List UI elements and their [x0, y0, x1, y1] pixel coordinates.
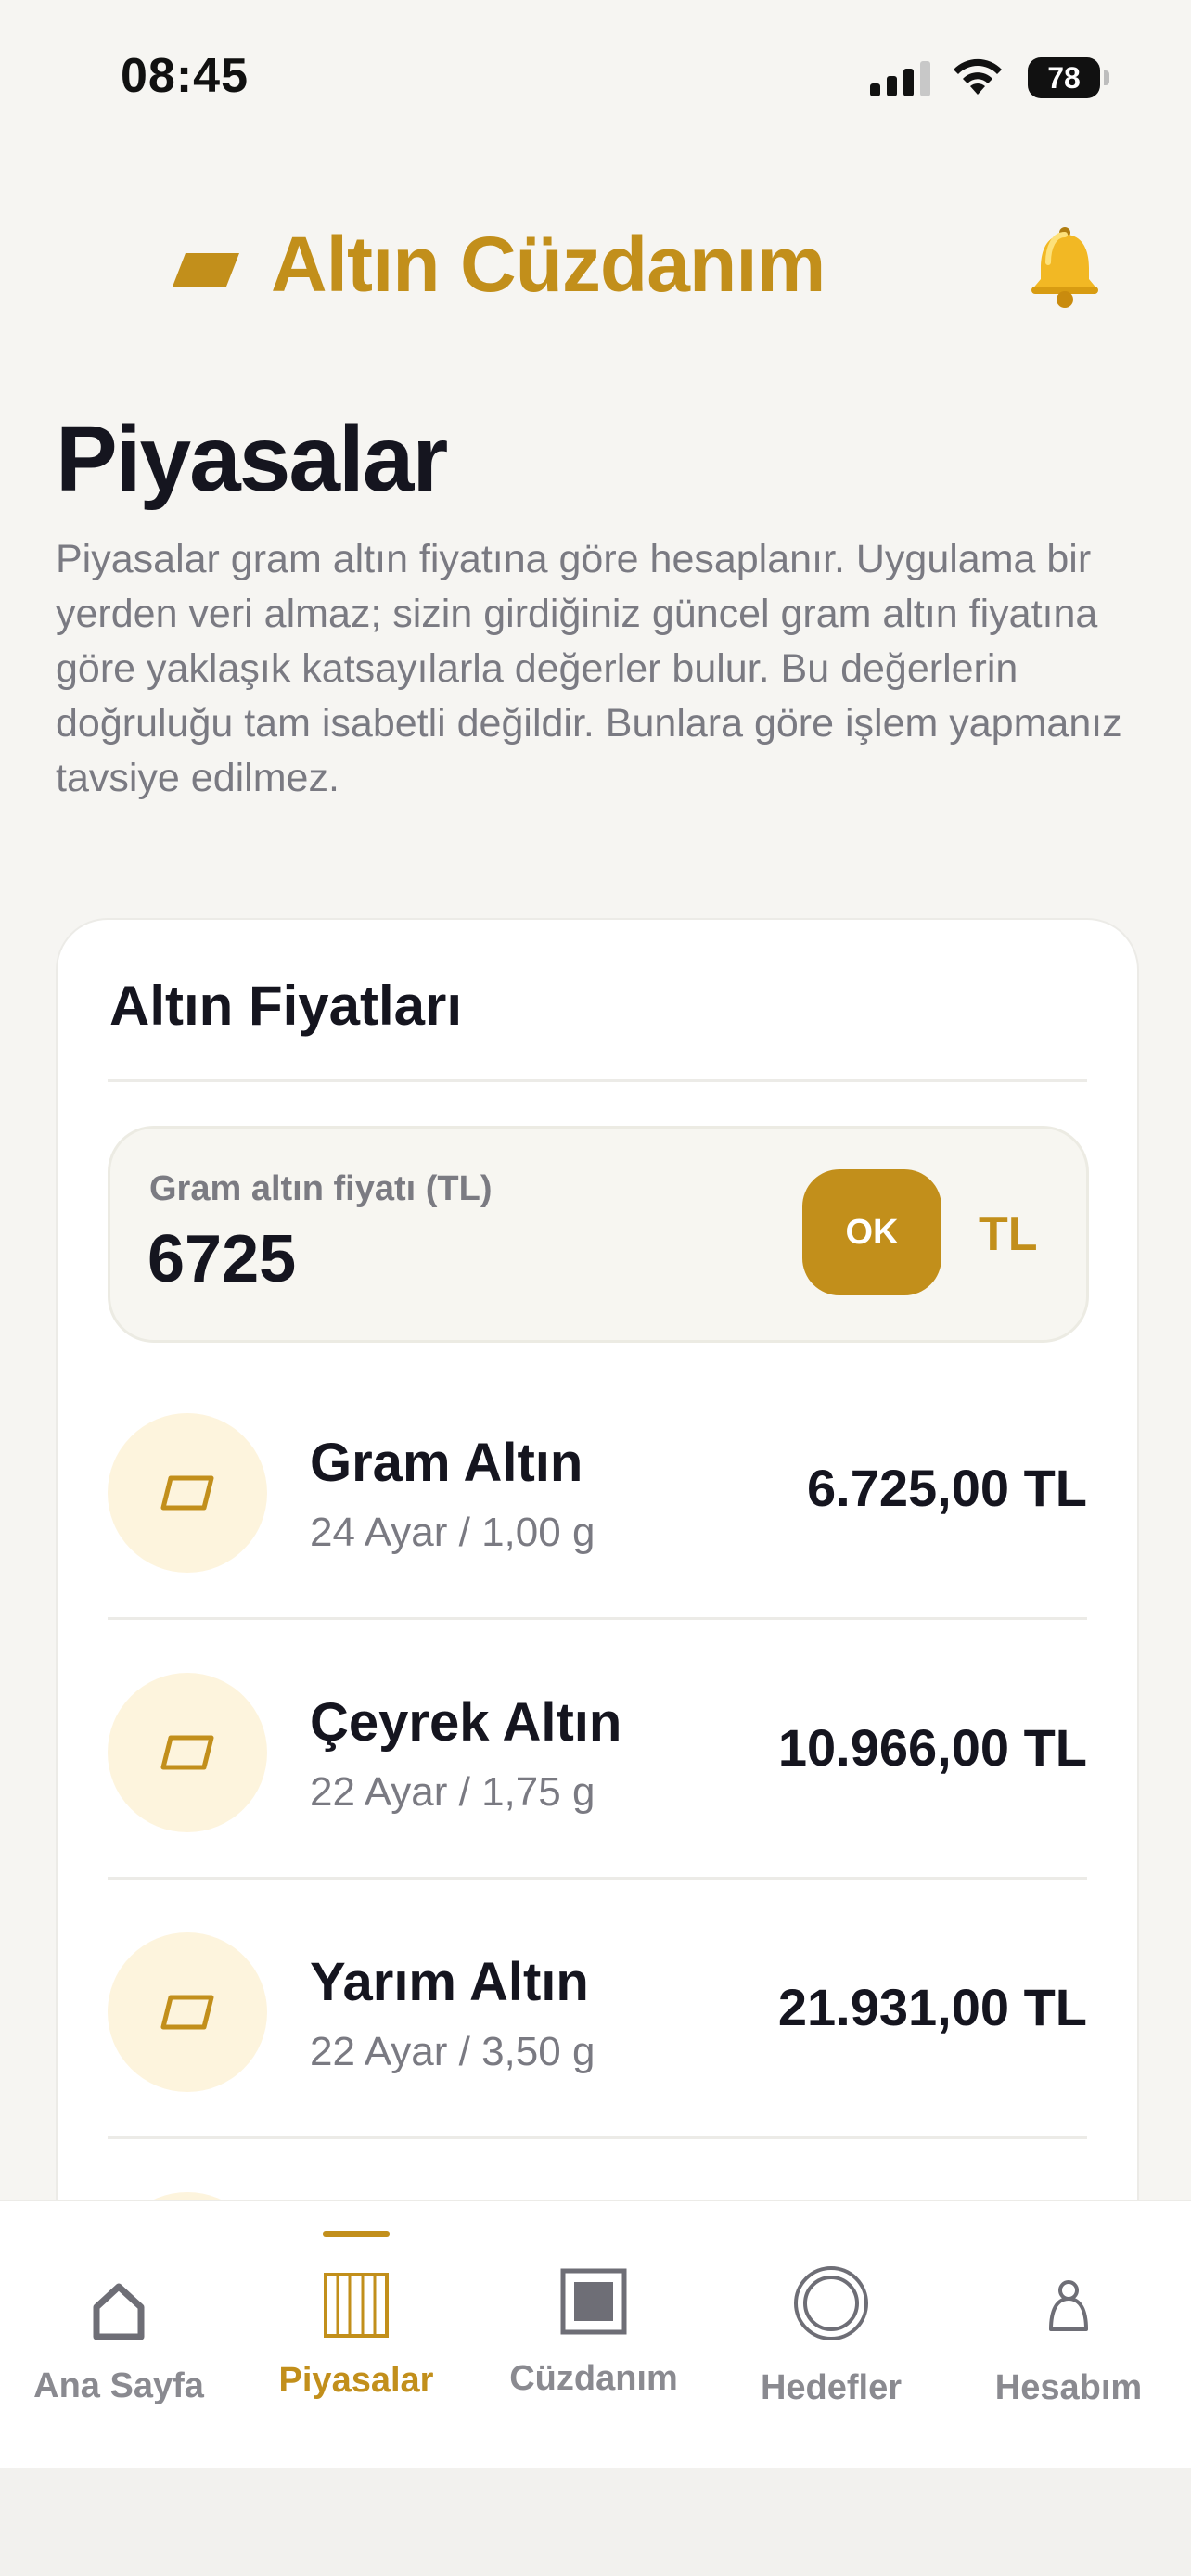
item-price: 10.966,00 TL: [777, 1718, 1087, 1777]
gram-price-label: Gram altın fiyatı (TL): [149, 1169, 493, 1208]
app-header: Altın Cüzdanım: [0, 209, 1191, 320]
wallet-icon: [560, 2268, 627, 2335]
currency-unit-label: TL: [979, 1207, 1038, 1261]
divider: [108, 1079, 1087, 1082]
target-icon: [794, 2266, 868, 2340]
page-description: Piyasalar gram altın fiyatına göre hesap…: [56, 537, 1122, 800]
wifi-icon: [954, 58, 1002, 95]
gram-price-input[interactable]: [147, 1218, 611, 1301]
list-item-yarim-altin[interactable]: Yarım Altın 22 Ayar / 3,50 g 21.931,00 T…: [108, 1912, 1087, 2172]
gold-bar-icon: [108, 1413, 267, 1573]
app-title: Altın Cüzdanım: [271, 221, 826, 308]
battery-icon: 78: [1028, 57, 1100, 98]
nav-label: Piyasalar: [278, 2361, 434, 2400]
active-tab-indicator: [323, 2231, 390, 2237]
profile-icon: [1049, 2280, 1088, 2331]
item-detail: 22 Ayar / 3,50 g: [310, 2029, 596, 2074]
nav-label: Cüzdanım: [509, 2359, 678, 2398]
gold-bar-icon: [108, 1673, 267, 1832]
nav-item-account[interactable]: Hesabım: [950, 2201, 1187, 2470]
bottom-navigation: Ana Sayfa Piyasalar Cüzdanım Hedefler He…: [0, 2200, 1191, 2470]
nav-label: Ana Sayfa: [33, 2366, 204, 2405]
home-icon: [93, 2283, 145, 2340]
cellular-signal-icon: [870, 59, 930, 96]
card-title: Altın Fiyatları: [109, 975, 463, 1037]
divider: [108, 1877, 1087, 1880]
battery-level: 78: [1047, 60, 1081, 95]
market-icon: [324, 2273, 389, 2338]
nav-item-wallet[interactable]: Cüzdanım: [475, 2201, 712, 2470]
home-indicator-area: [0, 2468, 1191, 2576]
bell-icon[interactable]: [1020, 222, 1109, 311]
item-name: Gram Altın: [310, 1433, 583, 1493]
divider: [108, 1617, 1087, 1620]
battery-nub: [1104, 70, 1109, 85]
gold-bar-icon: [108, 1932, 267, 2092]
item-detail: 22 Ayar / 1,75 g: [310, 1769, 596, 1815]
nav-item-goals[interactable]: Hedefler: [712, 2201, 950, 2470]
list-item-gram-altin[interactable]: Gram Altın 24 Ayar / 1,00 g 6.725,00 TL: [108, 1393, 1087, 1652]
item-price: 21.931,00 TL: [777, 1978, 1087, 2036]
nav-item-home[interactable]: Ana Sayfa: [0, 2201, 237, 2470]
item-name: Çeyrek Altın: [310, 1692, 622, 1753]
item-price: 6.725,00 TL: [807, 1459, 1087, 1517]
status-time: 08:45: [121, 49, 249, 103]
divider: [108, 2136, 1087, 2139]
nav-label: Hesabım: [994, 2368, 1143, 2407]
gold-prices-card: Altın Fiyatları Gram altın fiyatı (TL) O…: [56, 918, 1139, 2313]
item-detail: 24 Ayar / 1,00 g: [310, 1510, 596, 1555]
ok-button[interactable]: OK: [802, 1169, 941, 1295]
nav-label: Hedefler: [760, 2368, 903, 2407]
nav-item-markets[interactable]: Piyasalar: [237, 2201, 475, 2470]
list-item-ceyrek-altin[interactable]: Çeyrek Altın 22 Ayar / 1,75 g 10.966,00 …: [108, 1652, 1087, 1912]
item-name: Yarım Altın: [310, 1952, 589, 2012]
page-title: Piyasalar: [56, 407, 448, 511]
gram-price-input-box: Gram altın fiyatı (TL) OK TL: [108, 1126, 1089, 1343]
gold-bar-icon: [173, 253, 239, 287]
